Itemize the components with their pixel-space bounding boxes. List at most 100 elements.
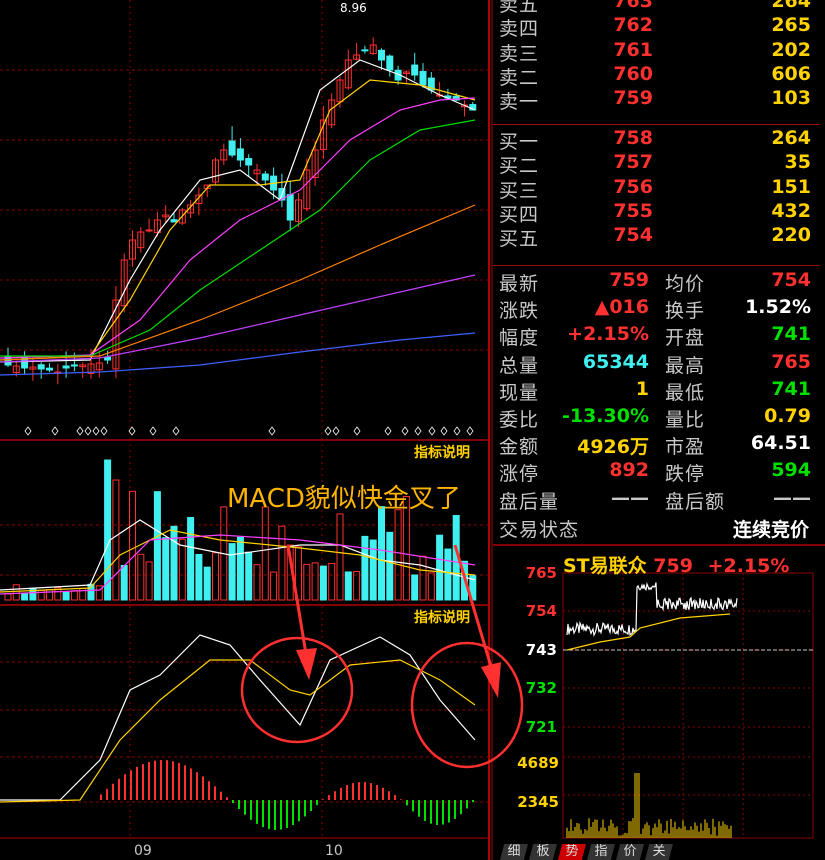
quote-panel: 卖五 763 264 卖四 762 265 卖三 761 202 卖二 760 606 卖一 759 103… [493,0,825,545]
stat-value: 754 [771,269,811,291]
volume-bar [162,537,170,601]
stat-label: 最低 [665,381,706,404]
volume-bar [394,509,402,601]
stat-value: ▲016 [594,296,649,319]
signal-marker [384,426,392,436]
indicator-help-macd[interactable]: 指标说明 [414,607,470,627]
order-volume: 264 [771,0,811,12]
volume-bar [145,561,153,601]
candle-body [104,356,112,361]
sell-level-3[interactable]: 卖三 761 202 [493,38,819,65]
volume-bar [361,535,369,601]
order-volume: 35 [784,151,811,174]
volume-bar [153,491,161,601]
candle-body [286,194,294,221]
sell-level-1[interactable]: 卖一 759 103 [493,87,819,113]
mini-axis-label: 765 [525,564,557,582]
order-price: 755 [613,199,653,222]
order-volume: 264 [771,127,811,149]
stat-label: 现量 [499,381,540,404]
buy-level-1[interactable]: 买一 758 264 [493,127,819,153]
order-price: 759 [613,87,653,110]
indicator-help-volume[interactable]: 指标说明 [414,442,470,462]
candle-body [386,55,394,71]
stat-row: 委比 -13.30% 量比 0.79 [493,405,819,431]
candle-body [170,219,178,223]
stat-label: 金额 [499,436,540,459]
ma250-line [0,332,476,376]
volume-bar [427,572,435,601]
buy-level-3[interactable]: 买三 756 151 [493,176,819,202]
signal-marker [428,426,436,436]
signal-marker [332,426,340,436]
section-divider [493,124,819,125]
stat-value: 594 [771,459,811,482]
volume-bar [353,571,361,601]
signal-marker [401,426,409,436]
stat-value: 892 [609,459,649,482]
candle-body [378,49,385,61]
volume-bar [212,552,219,601]
tab-0[interactable]: 细 [500,844,528,860]
date-label-10: 10 [325,843,343,859]
volume-bar [170,525,178,601]
volume-bar [261,506,269,601]
stat-value: 759 [609,269,649,291]
volume-bar [253,564,261,601]
signal-marker [353,426,361,436]
stat-value: 741 [771,377,811,400]
volume-bar [120,564,128,601]
order-price: 762 [613,14,653,37]
stat-label: 最高 [665,354,706,377]
volume-bar [195,554,203,601]
stat-label: 总量 [499,354,540,377]
annotation-circle [410,641,524,769]
stat-label: 换手 [665,300,706,323]
order-volume: 202 [771,38,811,61]
stat-value: -13.30% [561,405,649,427]
volume-bar [236,536,244,601]
sell-level-4[interactable]: 卖四 762 265 [493,14,819,40]
stat-row: 现量 1 最低 741 [493,377,819,404]
sell-level-2[interactable]: 卖二 760 606 [493,63,819,89]
signal-marker [24,426,32,436]
stat-row: 金额 4926万 市盈 64.51 [493,432,819,459]
volume-bar [436,534,444,601]
volume-bar [328,562,336,601]
mini-axis-label: 732 [525,679,557,697]
volume-bar [21,592,29,601]
annotation-text: MACD貌似快金叉了 [227,484,461,514]
date-label-09: 09 [134,843,152,859]
tab-1[interactable]: 板 [529,844,557,860]
volume-bar [411,574,419,601]
volume-bar [62,591,70,601]
candle-body [70,364,78,367]
buy-level-4[interactable]: 买四 755 432 [493,199,819,226]
volume-bar [386,531,394,601]
annotation-circle [240,636,354,744]
stat-row: 总量 65344 最高 765 [493,350,819,377]
stat-value: 765 [771,350,811,373]
stat-label: 涨跌 [499,300,540,323]
buy-level-5[interactable]: 买五 754 220 [493,224,819,250]
order-volume: 265 [771,14,811,37]
candle-body [236,148,244,161]
tab-5[interactable]: 关 [645,844,673,860]
mini-stock-name: ST易联众 [563,555,647,577]
volume-bar [178,538,186,601]
tab-3[interactable]: 指 [587,844,615,860]
volume-bar [46,588,53,601]
mini-volume-axis-label: 2345 [517,793,559,811]
tab-4[interactable]: 价 [616,844,644,860]
volume-bar [336,513,344,601]
sell-level-5[interactable]: 卖五 763 264 [493,0,819,16]
volume-bar [444,548,452,601]
high-label: 8.96 [340,1,367,15]
stat-row: 盘后量 —— 盘后额 —— [493,487,819,513]
order-label: 卖二 [499,66,540,89]
stat-value: +2.15% [567,323,649,346]
order-label: 买一 [499,131,540,153]
candle-body [361,49,369,52]
tab-2[interactable]: 势 [558,844,586,860]
buy-level-2[interactable]: 买二 757 35 [493,151,819,177]
